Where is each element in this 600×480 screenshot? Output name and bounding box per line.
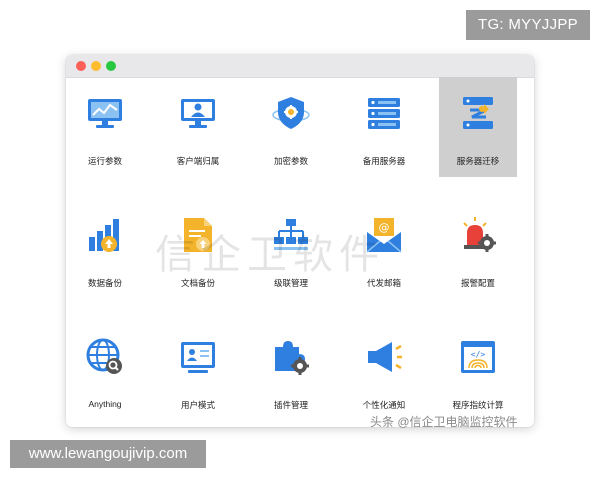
tile-label: 数据备份 bbox=[87, 278, 122, 288]
server-migrate-icon bbox=[458, 93, 498, 133]
tile-label: 加密参数 bbox=[273, 156, 308, 166]
tile-personal-notification[interactable]: 个性化通知 bbox=[345, 321, 423, 421]
fingerprint-window-icon: </> bbox=[458, 337, 498, 377]
title-bar bbox=[66, 55, 534, 78]
tile-cascade-management[interactable]: 级联管理 bbox=[252, 199, 330, 299]
tile-document-backup[interactable]: 文档备份 bbox=[159, 199, 237, 299]
tile-client-ownership[interactable]: 客户端归属 bbox=[159, 77, 237, 177]
tile-label: 报警配置 bbox=[460, 278, 495, 288]
minimize-window-button[interactable] bbox=[91, 61, 101, 71]
tile-label: 个性化通知 bbox=[362, 400, 406, 410]
tile-user-mode[interactable]: 用户模式 bbox=[159, 321, 237, 421]
tile-program-fingerprint[interactable]: </> 程序指纹计算 bbox=[439, 321, 517, 421]
tile-proxy-mailbox[interactable]: @ 代发邮箱 bbox=[345, 199, 423, 299]
tile-anything[interactable]: Anything bbox=[66, 321, 144, 421]
tile-label: 运行参数 bbox=[87, 156, 122, 166]
maximize-window-button[interactable] bbox=[106, 61, 116, 71]
settings-window: 运行参数 客户端归属 加密参数 备用服务器 服务器迁移 数据备份 文档备份 级联… bbox=[66, 55, 534, 427]
tile-label: 服务器迁移 bbox=[456, 156, 500, 166]
tile-label: 客户端归属 bbox=[176, 156, 220, 166]
tile-label: 用户模式 bbox=[180, 400, 215, 410]
hierarchy-icon bbox=[271, 215, 311, 255]
monitor-user-icon bbox=[178, 93, 218, 133]
user-card-icon bbox=[178, 337, 218, 377]
tile-data-backup[interactable]: 数据备份 bbox=[66, 199, 144, 299]
tile-label: 备用服务器 bbox=[362, 156, 406, 166]
tile-label: 级联管理 bbox=[273, 278, 308, 288]
tile-label: 代发邮箱 bbox=[366, 278, 401, 288]
svg-text:@: @ bbox=[379, 221, 390, 234]
bar-chart-upload-icon bbox=[85, 215, 125, 255]
puzzle-gear-icon bbox=[271, 337, 311, 377]
tile-backup-server[interactable]: 备用服务器 bbox=[345, 77, 423, 177]
url-badge: www.lewangoujivip.com bbox=[10, 440, 206, 468]
shield-gear-icon bbox=[271, 93, 311, 133]
svg-text:</>: </> bbox=[471, 350, 486, 359]
server-stack-icon bbox=[364, 93, 404, 133]
alarm-gear-icon bbox=[458, 215, 498, 255]
tile-run-params[interactable]: 运行参数 bbox=[66, 77, 144, 177]
tile-label: 程序指纹计算 bbox=[452, 400, 504, 410]
monitor-chart-icon bbox=[85, 93, 125, 133]
document-upload-icon bbox=[178, 215, 218, 255]
source-watermark: 头条 @信企卫电脑监控软件 bbox=[370, 415, 518, 429]
tile-label: 文档备份 bbox=[180, 278, 215, 288]
tile-alarm-config[interactable]: 报警配置 bbox=[439, 199, 517, 299]
tg-badge: TG: MYYJJPP bbox=[466, 10, 590, 40]
tile-plugin-management[interactable]: 插件管理 bbox=[252, 321, 330, 421]
email-icon: @ bbox=[364, 215, 404, 255]
tile-label: 插件管理 bbox=[273, 400, 308, 410]
megaphone-icon bbox=[364, 337, 404, 377]
tile-label: Anything bbox=[88, 399, 122, 409]
globe-search-icon bbox=[85, 337, 125, 377]
tile-encryption-params[interactable]: 加密参数 bbox=[252, 77, 330, 177]
close-window-button[interactable] bbox=[76, 61, 86, 71]
tile-server-migration[interactable]: 服务器迁移 bbox=[439, 77, 517, 177]
